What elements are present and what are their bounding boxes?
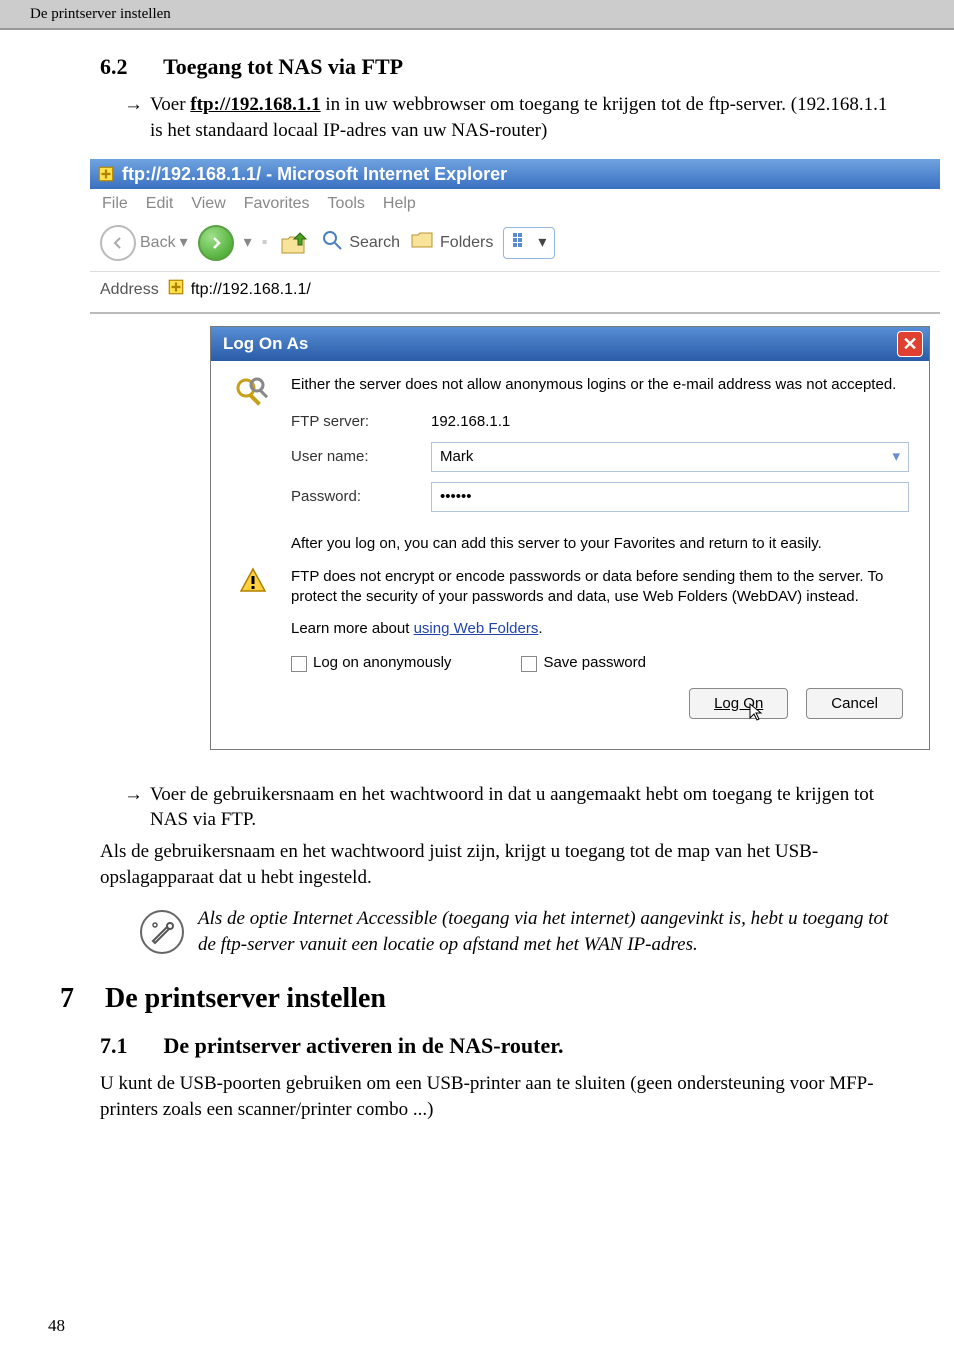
views-dropdown-icon: ▾ xyxy=(538,232,546,254)
cancel-button-label: Cancel xyxy=(831,695,878,712)
toolbar-views-button[interactable]: ▾ xyxy=(503,227,555,260)
bullet-6-2-1-prefix: Voer xyxy=(150,94,190,115)
menu-edit[interactable]: Edit xyxy=(146,193,174,215)
ftp-url-link[interactable]: ftp://192.168.1.1 xyxy=(190,94,320,115)
toolbar-up-dir[interactable] xyxy=(277,226,311,260)
heading-6-2-title: Toegang tot NAS via FTP xyxy=(163,54,403,79)
ie-menubar: File Edit View Favorites Tools Help xyxy=(90,189,940,219)
password-label: Password: xyxy=(291,487,431,507)
dialog-message-2: After you log on, you can add this serve… xyxy=(291,534,909,554)
folders-icon xyxy=(410,229,434,258)
logon-dialog: Log On As ✕ xyxy=(210,326,930,749)
menu-help[interactable]: Help xyxy=(383,193,416,215)
toolbar-folders[interactable]: Folders xyxy=(410,229,493,258)
heading-7-1-number: 7.1 xyxy=(100,1031,158,1061)
cursor-icon xyxy=(749,703,763,726)
keys-icon xyxy=(233,375,273,421)
checkbox-icon xyxy=(291,656,307,672)
toolbar-separator: ▪ xyxy=(262,232,268,254)
running-header-text: De printserver instellen xyxy=(30,6,171,22)
ftp-server-label: FTP server: xyxy=(291,412,431,432)
heading-6-2: 6.2 Toegang tot NAS via FTP xyxy=(60,52,894,82)
password-input[interactable]: •••••• xyxy=(431,482,909,512)
cancel-button[interactable]: Cancel xyxy=(806,688,903,719)
running-header: De printserver instellen xyxy=(0,0,954,30)
back-icon xyxy=(100,225,136,261)
heading-7-1-title: De printserver activeren in de NAS-route… xyxy=(164,1033,564,1058)
toolbar-back-label: Back xyxy=(140,232,176,254)
heading-7-title: De printserver instellen xyxy=(105,983,386,1014)
toolbar-search-label: Search xyxy=(349,232,400,254)
toolbar-forward[interactable] xyxy=(198,225,234,261)
toolbar-search[interactable]: Search xyxy=(321,229,400,258)
bullet-6-2-2: Voer de gebruikersnaam en het wachtwoord… xyxy=(150,782,894,833)
address-ftp-icon xyxy=(167,278,185,303)
menu-view[interactable]: View xyxy=(191,193,225,215)
dialog-title: Log On As xyxy=(223,333,308,356)
dialog-close-button[interactable]: ✕ xyxy=(897,331,923,357)
learn-more-link[interactable]: using Web Folders xyxy=(414,620,539,637)
ie-address-bar: Address ftp://192.168.1.1/ xyxy=(90,272,940,315)
note-icon xyxy=(140,910,184,954)
page-number: 48 xyxy=(48,1315,65,1338)
toolbar-back[interactable]: Back ▾ xyxy=(100,225,188,261)
note-block: Als de optie Internet Accessible (toegan… xyxy=(60,906,894,957)
paragraph-after-bullets: Als de gebruikersnaam en het wachtwoord … xyxy=(60,839,894,890)
checkbox-icon xyxy=(521,656,537,672)
menu-file[interactable]: File xyxy=(102,193,128,215)
heading-7-1: 7.1 De printserver activeren in de NAS-r… xyxy=(60,1031,894,1061)
paragraph-7-1: U kunt de USB-poorten gebruiken om een U… xyxy=(60,1071,894,1122)
ie-toolbar: Back ▾ ▾ ▪ Search Folders xyxy=(90,219,940,272)
heading-7-number: 7 xyxy=(60,980,98,1018)
checkbox-anonymous-label: Log on anonymously xyxy=(313,653,451,673)
username-input[interactable]: Mark ▾ xyxy=(431,442,909,472)
dialog-message-1: Either the server does not allow anonymo… xyxy=(291,375,909,395)
checkbox-save-password[interactable]: Save password xyxy=(521,653,646,673)
address-value: ftp://192.168.1.1/ xyxy=(191,279,311,301)
ie-title-text: ftp://192.168.1.1/ - Microsoft Internet … xyxy=(122,162,507,186)
menu-tools[interactable]: Tools xyxy=(328,193,365,215)
username-value: Mark xyxy=(440,447,473,467)
ie-app-icon xyxy=(96,164,116,184)
dialog-warning-text: FTP does not encrypt or encode passwords… xyxy=(291,567,909,608)
bullet-6-2-2-text: Voer de gebruikersnaam en het wachtwoord… xyxy=(150,784,874,831)
menu-favorites[interactable]: Favorites xyxy=(244,193,310,215)
close-icon: ✕ xyxy=(902,332,917,356)
back-dropdown-icon[interactable]: ▾ xyxy=(180,232,188,254)
username-label: User name: xyxy=(291,447,431,467)
views-icon xyxy=(512,232,532,255)
note-text: Als de optie Internet Accessible (toegan… xyxy=(198,906,894,957)
checkbox-save-password-label: Save password xyxy=(543,653,646,673)
forward-dropdown-icon[interactable]: ▾ xyxy=(244,232,252,254)
logon-button[interactable]: Log On xyxy=(689,688,788,719)
ftp-server-value: 192.168.1.1 xyxy=(431,412,510,432)
password-value: •••••• xyxy=(440,487,472,507)
ie-title-bar: ftp://192.168.1.1/ - Microsoft Internet … xyxy=(90,159,940,189)
heading-7: 7 De printserver instellen xyxy=(60,980,894,1018)
dialog-titlebar: Log On As ✕ xyxy=(211,327,929,361)
search-icon xyxy=(321,229,343,258)
learn-more-prefix: Learn more about xyxy=(291,620,414,637)
toolbar-folders-label: Folders xyxy=(440,232,493,254)
warning-icon xyxy=(239,567,267,601)
learn-more-dot: . xyxy=(538,620,542,637)
username-dropdown-icon[interactable]: ▾ xyxy=(892,447,900,467)
address-label: Address xyxy=(100,279,159,301)
ie-window-screenshot: ftp://192.168.1.1/ - Microsoft Internet … xyxy=(90,159,940,763)
heading-6-2-number: 6.2 xyxy=(100,52,158,82)
bullet-6-2-1: Voer ftp://192.168.1.1 in in uw webbrows… xyxy=(150,92,894,143)
checkbox-anonymous[interactable]: Log on anonymously xyxy=(291,653,451,673)
address-input[interactable]: ftp://192.168.1.1/ xyxy=(167,278,930,303)
